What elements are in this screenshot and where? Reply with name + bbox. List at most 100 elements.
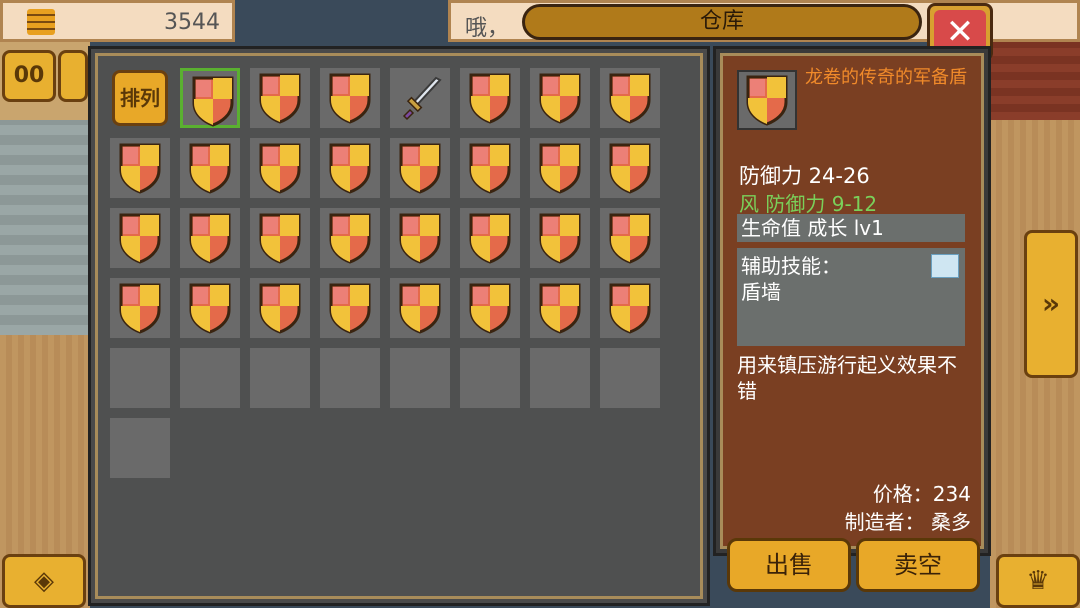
gold-counter: 3544	[0, 0, 235, 42]
shield-icon	[259, 73, 301, 124]
empty-slot[interactable]	[460, 348, 520, 408]
empty-slot[interactable]	[180, 348, 240, 408]
empty-slot[interactable]	[530, 348, 590, 408]
empty-slot[interactable]	[110, 348, 170, 408]
item-slot-shield[interactable]	[180, 138, 240, 198]
wood-wall	[990, 40, 1080, 120]
item-slot-shield[interactable]	[460, 208, 520, 268]
menu-button[interactable]: 00	[2, 50, 56, 102]
item-slot-shield[interactable]	[110, 278, 170, 338]
crown-button[interactable]: ♛	[996, 554, 1080, 608]
shield-icon	[469, 143, 511, 194]
skill-icon[interactable]	[931, 254, 959, 278]
shield-icon	[609, 143, 651, 194]
item-slot-shield[interactable]	[250, 278, 310, 338]
skill-box: 辅助技能： 盾墙	[737, 248, 965, 346]
inventory-panel: 排列	[88, 46, 710, 606]
item-slot-shield[interactable]	[250, 68, 310, 128]
shield-icon	[119, 143, 161, 194]
message-text: 哦，	[465, 16, 510, 41]
item-slot-shield[interactable]	[460, 138, 520, 198]
item-slot-shield[interactable]	[180, 278, 240, 338]
shield-icon	[192, 76, 234, 127]
empty-slot[interactable]	[320, 348, 380, 408]
item-slot-shield[interactable]	[390, 278, 450, 338]
item-slot-shield[interactable]	[600, 68, 660, 128]
shield-icon	[609, 283, 651, 334]
item-slot-shield[interactable]	[600, 278, 660, 338]
item-slot-shield[interactable]	[530, 208, 590, 268]
window-title: 仓库	[699, 9, 744, 34]
shield-icon	[609, 213, 651, 264]
item-slot-shield[interactable]	[530, 68, 590, 128]
item-detail-panel: 龙卷的传奇的军备盾 防御力 24-26 风 防御力 9-12 生命值 成长 lv…	[713, 46, 991, 556]
shield-icon	[329, 213, 371, 264]
shield-icon	[399, 213, 441, 264]
item-maker: 制造者： 桑多	[844, 510, 971, 534]
item-slot-shield[interactable]	[390, 208, 450, 268]
defense-stat: 防御力 24-26	[739, 164, 870, 188]
item-slot-shield[interactable]	[320, 278, 380, 338]
stone-wall	[0, 120, 90, 335]
item-slot-shield[interactable]	[530, 278, 590, 338]
shield-icon	[539, 143, 581, 194]
empty-slot[interactable]	[390, 348, 450, 408]
shield-icon	[189, 213, 231, 264]
shield-icon	[259, 213, 301, 264]
shield-icon	[469, 283, 511, 334]
double-arrow-icon: »	[1041, 287, 1061, 320]
shield-icon	[469, 213, 511, 264]
window-title-bar: 仓库	[522, 4, 922, 40]
wind-defense-stat: 风 防御力 9-12	[739, 192, 878, 216]
shield-icon	[329, 143, 371, 194]
item-slot-shield[interactable]	[250, 208, 310, 268]
item-slot-shield[interactable]	[250, 138, 310, 198]
sell-all-button[interactable]: 卖空	[856, 538, 980, 592]
shield-icon	[746, 75, 788, 126]
shield-icon	[469, 73, 511, 124]
shield-icon	[259, 143, 301, 194]
shield-icon	[329, 73, 371, 124]
item-description: 用来镇压游行起义效果不错	[737, 353, 957, 403]
dpad-button[interactable]: ◈	[2, 554, 86, 608]
item-slot-shield[interactable]	[460, 68, 520, 128]
item-slot-shield[interactable]	[110, 208, 170, 268]
empty-slot[interactable]	[250, 348, 310, 408]
item-slot-sword[interactable]	[390, 68, 450, 128]
sell-button[interactable]: 出售	[727, 538, 851, 592]
item-slot-shield[interactable]	[320, 208, 380, 268]
item-slot-shield[interactable]	[320, 138, 380, 198]
item-slot-shield[interactable]	[600, 208, 660, 268]
sword-icon	[402, 76, 442, 121]
item-slot-shield[interactable]	[600, 138, 660, 198]
shield-icon	[539, 73, 581, 124]
empty-slot[interactable]	[600, 348, 660, 408]
growth-stat: 生命值 成长 lv1	[737, 214, 965, 242]
shield-icon	[189, 143, 231, 194]
dpad-icon: ◈	[34, 566, 54, 596]
shield-icon	[399, 283, 441, 334]
item-slot-shield[interactable]	[320, 68, 380, 128]
crown-icon: ♛	[1026, 566, 1050, 596]
shield-icon	[119, 283, 161, 334]
inventory-frame: 排列	[95, 53, 703, 599]
item-slot-shield[interactable]	[390, 138, 450, 198]
item-slot-shield[interactable]	[180, 68, 240, 128]
map-button-partial[interactable]	[58, 50, 88, 102]
item-slot-shield[interactable]	[530, 138, 590, 198]
item-detail-frame: 龙卷的传奇的军备盾 防御力 24-26 风 防御力 9-12 生命值 成长 lv…	[720, 53, 984, 549]
shield-icon	[609, 73, 651, 124]
item-slot-shield[interactable]	[110, 138, 170, 198]
shield-icon	[539, 213, 581, 264]
gold-value: 3544	[164, 10, 220, 35]
item-slot-shield[interactable]	[180, 208, 240, 268]
sort-button[interactable]: 排列	[112, 70, 168, 126]
item-price: 价格：234	[872, 482, 971, 506]
gold-icon	[27, 9, 55, 35]
empty-slot[interactable]	[110, 418, 170, 478]
menu-label: 00	[13, 63, 45, 88]
item-slot-shield[interactable]	[460, 278, 520, 338]
item-name: 龙卷的传奇的军备盾	[805, 67, 967, 88]
shield-icon	[329, 283, 371, 334]
expand-right-button[interactable]: »	[1024, 230, 1078, 378]
